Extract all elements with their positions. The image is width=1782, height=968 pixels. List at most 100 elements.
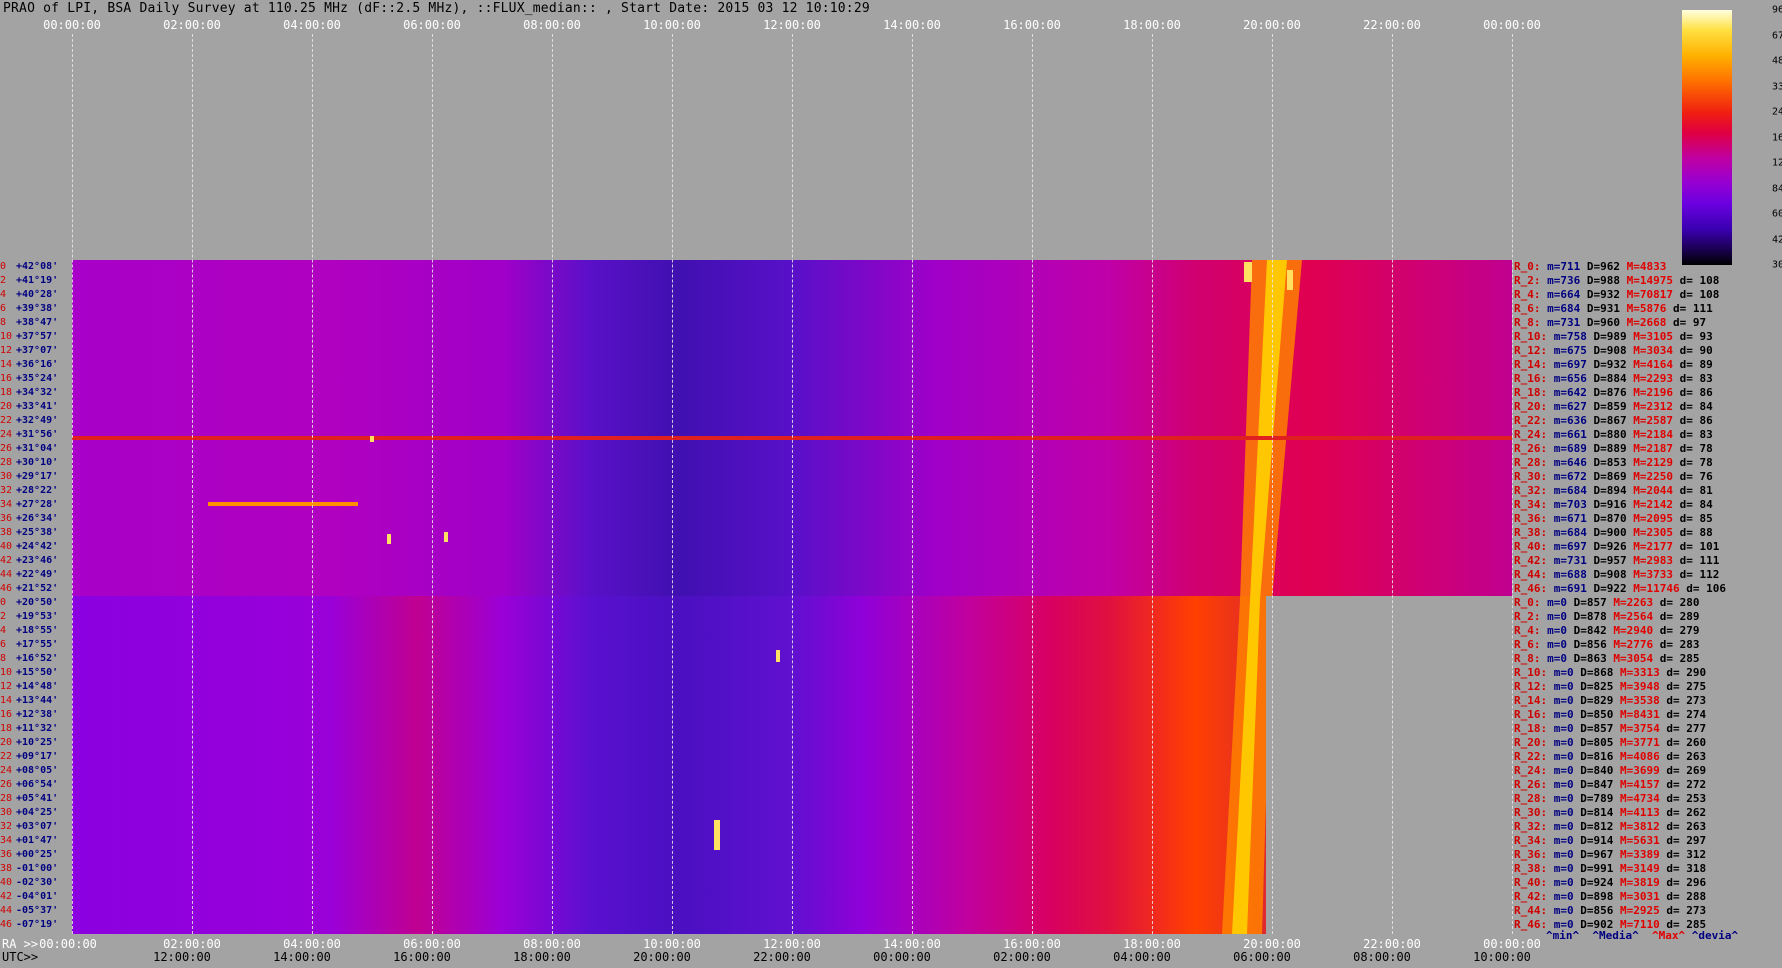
row-stat: R_30: m=0 D=814 M=4113 d= 262 <box>1514 806 1713 820</box>
stat-d: d= 289 <box>1659 610 1707 623</box>
stat-d <box>1673 260 1680 273</box>
row-declination: +17°55' <box>16 639 59 650</box>
row-index: 0 <box>0 261 7 272</box>
x-top-tick: 18:00:00 <box>1123 18 1181 32</box>
row-index: 42 <box>0 891 13 902</box>
stat-r: R_4: <box>1514 624 1548 637</box>
stat-M: M=2095 <box>1633 512 1680 525</box>
stat-d: d= 88 <box>1679 526 1720 539</box>
row-label: 12 +14°48' <box>0 680 58 694</box>
stat-r: R_10: <box>1514 330 1554 343</box>
stat-d: d= 297 <box>1666 834 1713 847</box>
row-label: 42 +23°46' <box>0 554 58 568</box>
row-label: 44 -05°37' <box>0 904 58 918</box>
stat-D: D=805 <box>1580 736 1620 749</box>
stat-m: m=0 <box>1547 638 1574 651</box>
stat-D: D=991 <box>1580 862 1620 875</box>
stat-r: R_14: <box>1514 358 1554 371</box>
stat-D: D=894 <box>1593 484 1634 497</box>
stat-d: d= 76 <box>1679 470 1720 483</box>
stat-D: D=878 <box>1573 610 1614 623</box>
row-stat: R_22: m=636 D=867 M=2587 d= 86 <box>1514 414 1719 428</box>
row-stat: R_0: m=711 D=962 M=4833 <box>1514 260 1680 274</box>
stat-D: D=932 <box>1586 288 1627 301</box>
stat-d: d= 318 <box>1666 862 1713 875</box>
colorbar-tick: 2400.0 <box>1772 106 1782 118</box>
row-label: 30 +04°25' <box>0 806 58 820</box>
row-declination: -01°00' <box>16 863 59 874</box>
colorbar-tick: 9600.0 <box>1772 4 1782 16</box>
row-index: 44 <box>0 905 13 916</box>
stat-r: R_32: <box>1514 484 1554 497</box>
x-utc-tick: 08:00:00 <box>1353 950 1411 964</box>
row-declination: +06°54' <box>16 779 59 790</box>
stat-m: m=661 <box>1553 428 1594 441</box>
stat-M: M=3031 <box>1620 890 1667 903</box>
row-index: 4 <box>0 289 7 300</box>
stat-m: m=0 <box>1553 736 1581 749</box>
stat-r: R_34: <box>1514 498 1554 511</box>
stat-r: R_6: <box>1514 638 1548 651</box>
heat-hotspot <box>776 650 780 662</box>
grid-vline <box>192 34 193 934</box>
x-bottom-tick: 08:00:00 <box>523 937 581 951</box>
stat-d: d= 290 <box>1666 666 1713 679</box>
stat-d: d= 253 <box>1666 792 1713 805</box>
stat-D: D=884 <box>1593 372 1634 385</box>
utc-axis-label: UTC>> <box>2 950 39 964</box>
stat-D: D=847 <box>1580 778 1620 791</box>
x-bottom-tick: 14:00:00 <box>883 937 941 951</box>
stat-M: M=3054 <box>1613 652 1660 665</box>
row-stat: R_36: m=0 D=967 M=3389 d= 312 <box>1514 848 1713 862</box>
stat-r: R_28: <box>1514 456 1554 469</box>
heat-hotspot <box>714 820 720 850</box>
stat-D: D=814 <box>1580 806 1620 819</box>
stat-m: m=0 <box>1553 694 1581 707</box>
row-stat: R_28: m=646 D=853 M=2129 d= 78 <box>1514 456 1719 470</box>
row-index: 36 <box>0 849 13 860</box>
stat-m: m=0 <box>1547 596 1574 609</box>
stat-d: d= 285 <box>1659 652 1707 665</box>
stat-d: d= 277 <box>1666 722 1713 735</box>
x-bottom-tick: 04:00:00 <box>283 937 341 951</box>
stat-r: R_44: <box>1514 568 1554 581</box>
stat-D: D=812 <box>1580 820 1620 833</box>
x-bottom-tick: 18:00:00 <box>1123 937 1181 951</box>
row-declination: +25°38' <box>16 527 59 538</box>
row-index: 30 <box>0 807 13 818</box>
row-stat: R_26: m=689 D=889 M=2187 d= 78 <box>1514 442 1719 456</box>
x-utc-tick: 22:00:00 <box>753 950 811 964</box>
row-index: 18 <box>0 387 13 398</box>
row-stat: R_12: m=0 D=825 M=3948 d= 275 <box>1514 680 1713 694</box>
row-index: 22 <box>0 415 13 426</box>
x-top-tick: 02:00:00 <box>163 18 221 32</box>
stat-m: m=0 <box>1553 876 1581 889</box>
stat-D: D=856 <box>1573 638 1614 651</box>
grid-vline <box>552 34 553 934</box>
x-top-tick: 10:00:00 <box>643 18 701 32</box>
x-utc-tick: 10:00:00 <box>1473 950 1531 964</box>
stat-D: D=924 <box>1580 876 1620 889</box>
row-label: 46 -07°19' <box>0 918 58 932</box>
stat-r: R_24: <box>1514 428 1554 441</box>
stat-d: d= 83 <box>1679 428 1720 441</box>
row-label: 2 +19°53' <box>0 610 58 624</box>
stat-M: M=3771 <box>1620 736 1667 749</box>
row-declination: +39°38' <box>16 303 59 314</box>
row-stat: R_34: m=703 D=916 M=2142 d= 84 <box>1514 498 1719 512</box>
stat-D: D=870 <box>1593 512 1634 525</box>
stat-d: d= 272 <box>1666 778 1713 791</box>
stat-d: d= 263 <box>1666 820 1713 833</box>
x-utc-tick: 14:00:00 <box>273 950 331 964</box>
stat-D: D=908 <box>1593 568 1634 581</box>
stat-M: M=2983 <box>1633 554 1680 567</box>
stat-M: M=2925 <box>1620 904 1667 917</box>
stat-m: m=711 <box>1547 260 1587 273</box>
heat-hotspot <box>444 532 448 542</box>
stat-M: M=2129 <box>1633 456 1680 469</box>
stat-M: M=2305 <box>1633 526 1680 539</box>
row-stat: R_20: m=0 D=805 M=3771 d= 260 <box>1514 736 1713 750</box>
row-label: 26 +31°04' <box>0 442 58 456</box>
row-label: 10 +37°57' <box>0 330 58 344</box>
stat-r: R_20: <box>1514 400 1554 413</box>
